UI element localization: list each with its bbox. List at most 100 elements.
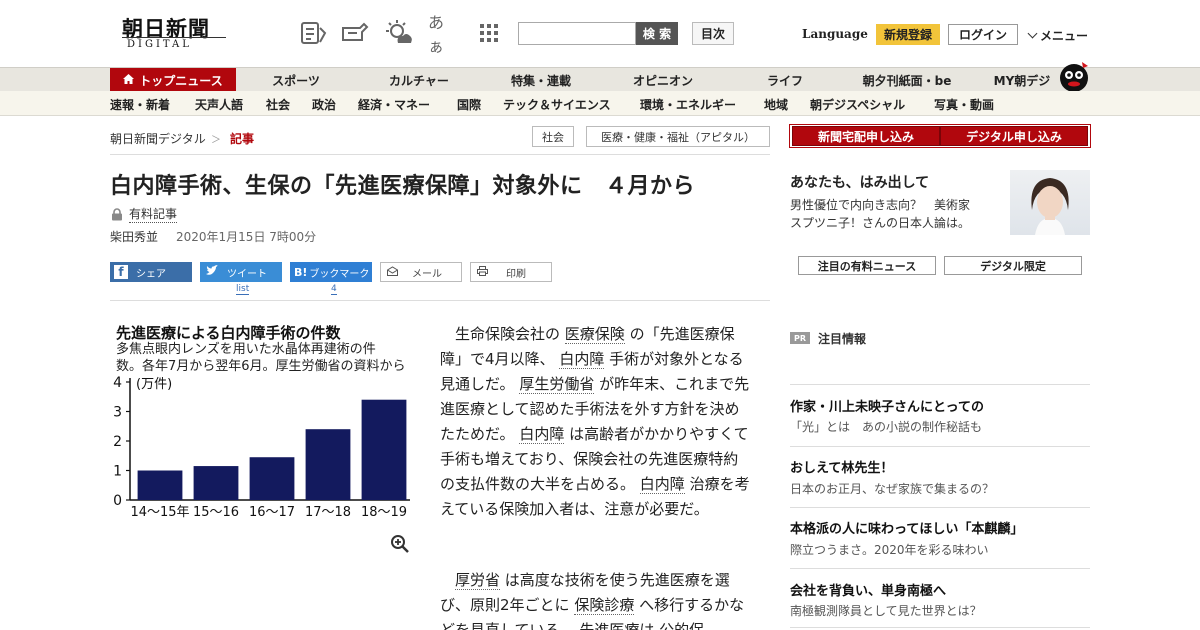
nav-opinion[interactable]: オピニオン (616, 68, 710, 92)
keyword-link[interactable]: 厚労省 (455, 571, 501, 590)
nav-life[interactable]: ライフ (740, 68, 830, 92)
font-size-icon[interactable]: あぁ (428, 13, 458, 56)
y-tick-label: 2 (113, 434, 122, 450)
keyword-link[interactable]: 厚生労働省 (519, 375, 595, 394)
paragraph-text: 生命保険会社の (455, 325, 565, 343)
nav-economy[interactable]: 経済・マネー (358, 96, 430, 113)
facebook-icon: f (114, 265, 128, 279)
twitter-list-link[interactable]: list (236, 284, 250, 295)
subscribe-home-button[interactable]: 新聞宅配申し込み (792, 126, 940, 146)
keyword-link[interactable]: 白内障 (559, 350, 605, 369)
breadcrumb-current: 記事 (230, 132, 255, 146)
subscribe-digital-button[interactable]: デジタル申し込み (940, 126, 1088, 146)
nav-newspaper-be[interactable]: 朝夕刊紙面・be (852, 68, 962, 92)
logo-subtitle[interactable]: DIGITAL (127, 39, 192, 50)
print-icon (477, 265, 488, 279)
nav-photo-video[interactable]: 写真・動画 (934, 96, 994, 113)
keyword-link[interactable]: 保険診療 (574, 596, 635, 615)
pr-divider (790, 627, 1090, 628)
login-button[interactable]: ログイン (948, 24, 1018, 45)
pr-item-2-sub[interactable]: 日本のお正月、なぜ家族で集まるの？ (790, 480, 994, 497)
apps-grid-icon[interactable] (474, 18, 504, 48)
tag-medical[interactable]: 医療・健康・福祉（アピタル） (586, 126, 770, 147)
keyword-link[interactable]: 医療保険 (564, 325, 625, 344)
mail-label: メール (412, 268, 442, 280)
pr-divider (790, 568, 1090, 569)
bar-chart[interactable]: 0 1 2 3 4 (万件) 14～15年 15～16 16～17 17～18 18～19 (110, 370, 420, 522)
nav-my-asadigi[interactable]: MY朝デジ (980, 68, 1064, 92)
promo-text-line-1[interactable]: 男性優位で内向き志向？ 美術家 (790, 196, 1006, 214)
keyword-link[interactable]: 白内障 (639, 475, 685, 494)
facebook-share-button[interactable]: f シェア (110, 262, 192, 282)
weather-icon[interactable] (384, 18, 414, 48)
nav-culture[interactable]: カルチャー (372, 68, 466, 92)
bar (361, 399, 407, 500)
nav-environment[interactable]: 環境・エネルギー (640, 96, 736, 113)
nav-breaking[interactable]: 速報・新着 (110, 96, 170, 113)
twitter-share-label: ツイート (227, 268, 267, 280)
nav-features[interactable]: 特集・連載 (494, 68, 588, 92)
keyword-link[interactable]: 白内障 (519, 425, 565, 444)
pr-item-1-title[interactable]: 作家・川上未映子さんにとっての (790, 396, 984, 415)
toc-button[interactable]: 目次 (692, 22, 734, 45)
pr-item-3-title[interactable]: 本格派の人に味わってほしい「本麒麟」 (790, 518, 1023, 537)
pr-item-3-sub[interactable]: 際立つうまさ。2020年を彩る味わい (790, 541, 989, 558)
nav-top-news-label: トップニュース (139, 73, 223, 88)
twitter-bird-icon (206, 265, 219, 279)
breadcrumb-home[interactable]: 朝日新聞デジタル (110, 130, 206, 147)
hatena-count[interactable]: 4 (331, 284, 337, 295)
logo-divider (122, 37, 226, 38)
paid-article-label[interactable]: 有料記事 (129, 205, 178, 223)
pr-item-1-sub[interactable]: 「光」とは あの小説の制作秘話も (790, 418, 982, 435)
hatena-bookmark-button[interactable]: B! ブックマーク (290, 262, 372, 282)
lock-icon (111, 206, 123, 225)
menu-button[interactable]: メニュー (1027, 27, 1088, 44)
tab-digital-only[interactable]: デジタル限定 (944, 256, 1082, 275)
hatena-icon: B! (294, 265, 308, 279)
nav-sports[interactable]: スポーツ (250, 68, 342, 92)
register-button[interactable]: 新規登録 (876, 24, 940, 45)
nav-society[interactable]: 社会 (266, 96, 290, 113)
chart-title: 先進医療による白内障手術の件数 (116, 324, 341, 342)
newspaper-icon[interactable] (298, 18, 328, 48)
promo-text-line-2[interactable]: スプツニ子！さんの日本人論は。 (790, 214, 1006, 232)
x-tick-label: 16～17 (249, 505, 295, 520)
print-button[interactable]: 印刷 (470, 262, 552, 282)
nav-top-news[interactable]: トップニュース (110, 68, 236, 92)
nav-tech-science[interactable]: テック＆サイエンス (503, 96, 611, 113)
tab-paid-news[interactable]: 注目の有料ニュース (798, 256, 936, 275)
search-input[interactable] (518, 22, 636, 45)
pr-badge: PR (790, 332, 810, 344)
nav-international[interactable]: 国際 (457, 96, 481, 113)
bar (305, 429, 351, 500)
twitter-share-button[interactable]: ツイート (200, 262, 282, 282)
article-paragraph-1: 生命保険会社の 医療保険 の「先進医療保障」で4月以降、 白内障 手術が対象外と… (440, 322, 752, 522)
tag-society[interactable]: 社会 (532, 126, 574, 147)
nav-politics[interactable]: 政治 (312, 96, 336, 113)
mail-icon (387, 265, 398, 279)
pr-item-2-title[interactable]: おしえて林先生！ (790, 457, 893, 476)
pr-divider (790, 384, 1090, 385)
keyword-link[interactable]: 先進医療 (579, 621, 640, 630)
promo-portrait[interactable] (1010, 170, 1090, 235)
x-tick-label: 18～19 (361, 505, 407, 520)
y-tick-label: 1 (113, 464, 122, 480)
nav-regional[interactable]: 地域 (764, 96, 788, 113)
pr-item-4-sub[interactable]: 南極観測隊員として見た世界とは？ (790, 602, 982, 619)
chart-subtitle-line-1: 多焦点眼内レンズを用いた水晶体再建術の件 (116, 342, 376, 357)
facebook-share-label: シェア (136, 268, 166, 280)
nav-tensei-jingo[interactable]: 天声人語 (195, 96, 243, 113)
zoom-icon[interactable] (390, 534, 410, 558)
x-tick-label: 15～16 (193, 505, 239, 520)
language-link[interactable]: Language (802, 27, 868, 41)
mail-magazine-icon[interactable] (340, 18, 370, 48)
pr-item-4-title[interactable]: 会社を背負い、単身南極へ (790, 580, 946, 599)
y-axis-label: (万件) (136, 377, 172, 392)
search-button[interactable]: 検 索 (636, 22, 678, 45)
mail-share-button[interactable]: メール (380, 262, 462, 282)
mascot-icon[interactable] (1056, 58, 1092, 92)
paragraph-text: は 公的保 (639, 621, 705, 630)
nav-special[interactable]: 朝デジスペシャル (810, 96, 905, 113)
promo-title[interactable]: あなたも、はみ出して (790, 172, 929, 192)
primary-nav: トップニュース スポーツ カルチャー 特集・連載 オピニオン ライフ 朝夕刊紙面… (0, 62, 1200, 92)
